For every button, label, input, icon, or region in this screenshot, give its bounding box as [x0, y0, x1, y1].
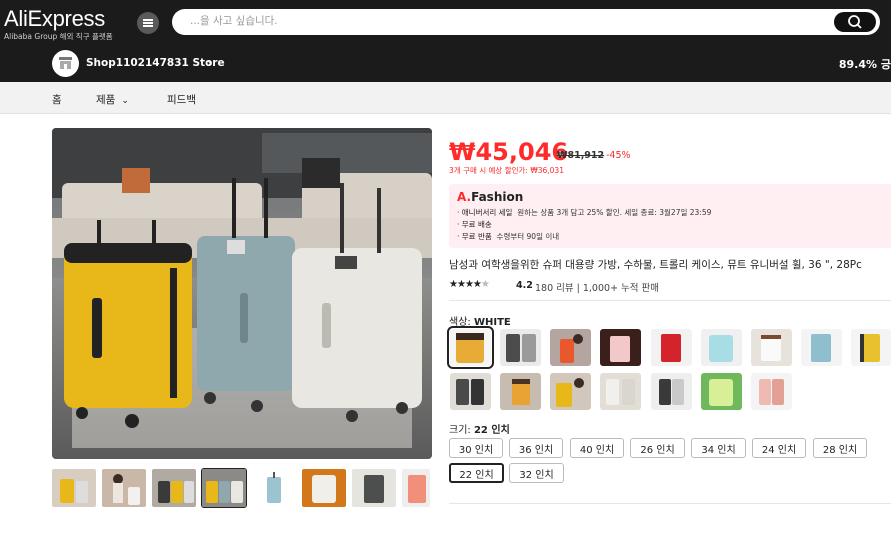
star-empty-icon: ★: [480, 279, 490, 290]
promo-line-text: 원하는 상품 3개 담고 25% 할인. 세일 종료: 3월27일 23:59: [517, 208, 712, 217]
nav-products[interactable]: 제품 ⌄: [96, 92, 129, 107]
size-option[interactable]: 28 인치: [813, 438, 867, 458]
color-swatch[interactable]: [500, 373, 541, 410]
color-swatch[interactable]: [851, 329, 891, 366]
star-icon: ★: [472, 279, 482, 290]
thumbnail-4[interactable]: [201, 468, 247, 508]
size-option[interactable]: 24 인치: [752, 438, 806, 458]
size-label-text: 크기:: [449, 425, 471, 436]
color-value: WHITE: [473, 317, 511, 328]
size-option-selected[interactable]: 22 인치: [449, 463, 504, 483]
store-avatar[interactable]: [52, 50, 79, 77]
search-icon: [848, 15, 862, 29]
search-bar[interactable]: [172, 9, 880, 35]
color-swatch[interactable]: [701, 373, 742, 410]
size-label: 크기: 22 인치: [449, 421, 510, 436]
size-option[interactable]: 32 인치: [509, 463, 564, 483]
thumbnail-1[interactable]: [52, 469, 96, 507]
color-swatch[interactable]: [450, 373, 491, 410]
rating-value: 4.2: [516, 280, 533, 291]
color-swatch[interactable]: [447, 326, 494, 369]
reviews-and-sales[interactable]: 180 리뷰 | 1,000+ 누적 판매: [535, 280, 659, 294]
bulk-offer-text: 3개 구매 시 예상 할인가: ₩36,031: [449, 166, 564, 175]
discount-badge: -45%: [606, 150, 631, 161]
star-icon: ★: [456, 279, 466, 290]
search-input[interactable]: [190, 15, 790, 27]
promo-line-free-shipping: · 무료 배송: [457, 219, 492, 230]
thumbnail-8[interactable]: [402, 469, 430, 507]
nav-products-label: 제품: [96, 94, 116, 106]
color-swatch[interactable]: [801, 329, 842, 366]
star-rating[interactable]: ★★★★★: [449, 279, 490, 290]
color-label: 색상: WHITE: [449, 313, 511, 328]
promo-line-anniversary: · 애니버서리 세일 원하는 상품 3개 담고 25% 할인. 세일 종료: 3…: [457, 207, 711, 218]
store-icon: [59, 57, 72, 69]
promo-line-key: · 무료 배송: [457, 220, 492, 229]
thumbnail-5[interactable]: [252, 469, 296, 507]
color-swatch[interactable]: [550, 373, 591, 410]
store-positive-rating: 89.4% 긍: [838, 58, 891, 71]
color-swatch[interactable]: [701, 329, 742, 366]
store-name-link[interactable]: Shop1102147831 Store: [86, 57, 225, 69]
promo-brand-name: Fashion: [471, 190, 524, 204]
nav-feedback[interactable]: 피드백: [167, 92, 196, 107]
hamburger-menu-icon[interactable]: [137, 12, 159, 34]
promo-line-free-returns: · 무료 반품 수령부터 90일 이내: [457, 231, 559, 242]
chevron-down-icon: ⌄: [121, 96, 129, 106]
color-swatch[interactable]: [751, 329, 792, 366]
promo-line-text: 수령부터 90일 이내: [496, 232, 560, 241]
original-price: ₩81,912: [557, 150, 605, 161]
promo-brand-prefix: A.: [457, 190, 472, 204]
star-icon: ★: [449, 279, 458, 290]
size-option[interactable]: 34 인치: [691, 438, 746, 458]
promo-line-key: · 애니버서리 세일: [457, 208, 513, 217]
star-icon: ★: [464, 279, 474, 290]
search-button[interactable]: [834, 12, 876, 32]
aliexpress-logo[interactable]: AliExpress: [4, 6, 105, 32]
logo-subtitle: Alibaba Group 해외 직구 플랫폼: [4, 32, 113, 41]
size-option[interactable]: 36 인치: [509, 438, 563, 458]
color-swatch[interactable]: [600, 373, 641, 410]
color-swatch[interactable]: [550, 329, 591, 366]
size-option[interactable]: 40 인치: [570, 438, 624, 458]
chevron-right-icon[interactable]: ›: [207, 56, 212, 70]
color-swatch[interactable]: [651, 329, 692, 366]
size-option[interactable]: 30 인치: [449, 438, 503, 458]
nav-home[interactable]: 홈: [52, 92, 62, 107]
store-nav: [0, 82, 891, 114]
color-swatch[interactable]: [751, 373, 792, 410]
product-title: 남성과 여학생을위한 슈퍼 대용량 가방, 수하물, 트롤리 케이스, 뮤트 유…: [449, 259, 862, 271]
current-price: ₩45,046: [449, 138, 569, 166]
promo-line-key: · 무료 반품: [457, 232, 492, 241]
thumbnail-7[interactable]: [352, 469, 396, 507]
main-product-image[interactable]: [52, 128, 432, 459]
color-swatch[interactable]: [500, 329, 541, 366]
thumbnail-6[interactable]: [302, 469, 346, 507]
color-label-text: 색상:: [449, 317, 471, 328]
thumbnail-3[interactable]: [152, 469, 196, 507]
color-swatch[interactable]: [651, 373, 692, 410]
size-option[interactable]: 26 인치: [630, 438, 685, 458]
size-value: 22 인치: [473, 425, 510, 436]
thumbnail-2[interactable]: [102, 469, 146, 507]
promo-brand[interactable]: A.Fashion: [457, 190, 523, 204]
divider: [449, 300, 891, 301]
color-swatch[interactable]: [600, 329, 641, 366]
divider: [449, 503, 891, 504]
